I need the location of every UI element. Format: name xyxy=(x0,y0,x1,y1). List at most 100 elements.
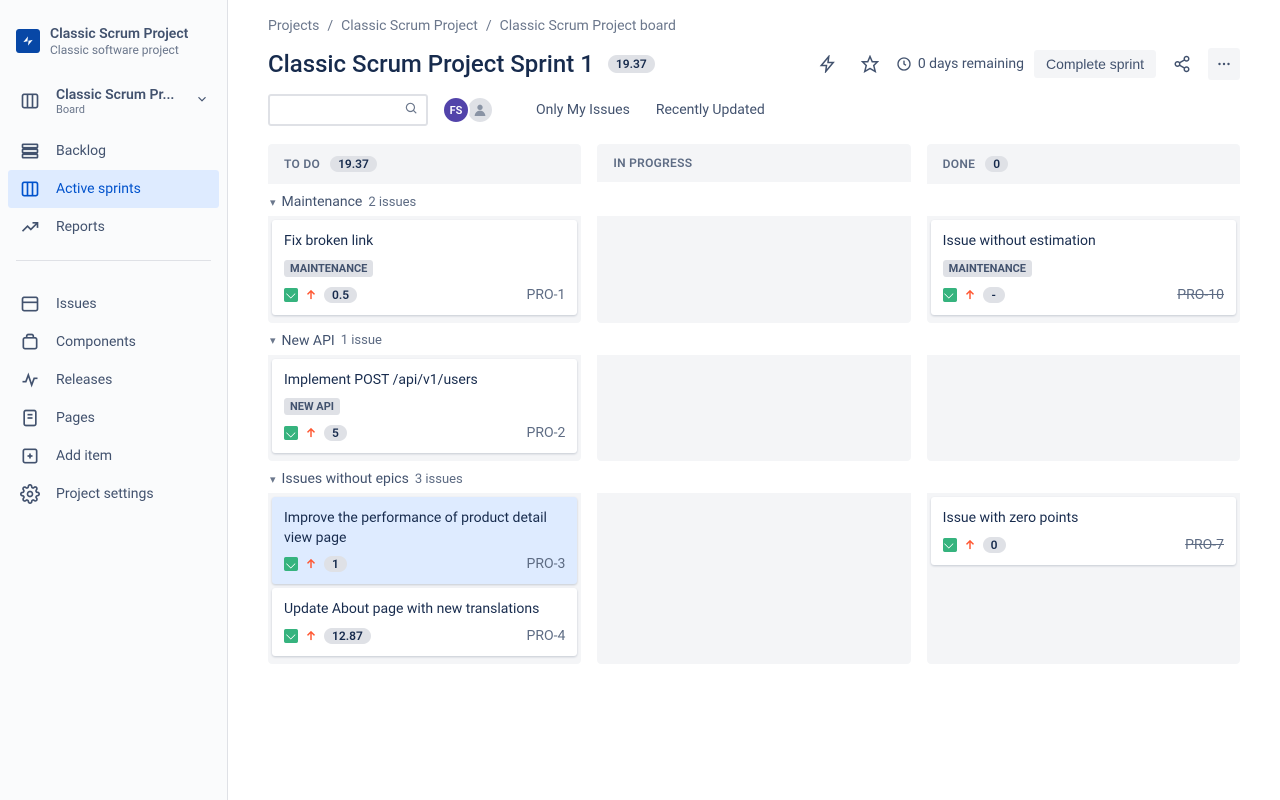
issues-icon xyxy=(18,292,42,316)
column-header-todo: TO DO 19.37 xyxy=(268,144,581,184)
issue-card[interactable]: Implement POST /api/v1/users NEW API 5 P… xyxy=(272,359,577,454)
priority-icon xyxy=(963,288,977,302)
swimlane-count: 3 issues xyxy=(415,472,463,487)
story-icon xyxy=(284,557,298,571)
sidebar-item-add-item[interactable]: Add item xyxy=(8,437,219,475)
issue-card[interactable]: Improve the performance of product detai… xyxy=(272,497,577,584)
priority-icon xyxy=(963,538,977,552)
issue-title: Improve the performance of product detai… xyxy=(284,509,565,548)
issue-card[interactable]: Issue without estimation MAINTENANCE - P… xyxy=(931,220,1236,315)
main: Projects / Classic Scrum Project / Class… xyxy=(228,0,1280,800)
swimlane-header[interactable]: ▾ Maintenance 2 issues xyxy=(268,184,1240,216)
swimlane-name: New API xyxy=(282,333,335,349)
story-points: 0 xyxy=(983,537,1006,553)
issue-key: PRO-3 xyxy=(527,556,566,572)
story-icon xyxy=(284,426,298,440)
issue-key: PRO-10 xyxy=(1177,287,1224,303)
priority-icon xyxy=(304,426,318,440)
components-icon xyxy=(18,330,42,354)
issue-card[interactable]: Issue with zero points 0 PRO-7 xyxy=(931,497,1236,565)
sidebar-item-active-sprints[interactable]: Active sprints xyxy=(8,170,219,208)
issue-card[interactable]: Fix broken link MAINTENANCE 0.5 PRO-1 xyxy=(272,220,577,315)
cell-inprogress[interactable] xyxy=(597,216,910,323)
sidebar-item-reports[interactable]: Reports xyxy=(8,208,219,246)
story-icon xyxy=(943,538,957,552)
only-my-issues-button[interactable]: Only My Issues xyxy=(530,102,636,118)
board-selector[interactable]: Classic Scrum Pr... Board xyxy=(8,81,219,122)
search-icon xyxy=(404,101,418,119)
share-icon[interactable] xyxy=(1166,48,1198,80)
project-header[interactable]: Classic Scrum Project Classic software p… xyxy=(8,20,219,67)
page-title: Classic Scrum Project Sprint 1 xyxy=(268,50,594,78)
more-icon[interactable] xyxy=(1208,48,1240,80)
issue-title: Update About page with new translations xyxy=(284,600,565,620)
story-points: 1 xyxy=(324,556,347,572)
breadcrumb-projects[interactable]: Projects xyxy=(268,18,319,34)
breadcrumb-board[interactable]: Classic Scrum Project board xyxy=(500,18,676,34)
days-remaining: 0 days remaining xyxy=(896,56,1024,72)
avatar-group[interactable]: FS xyxy=(442,96,494,124)
cell-todo[interactable]: Improve the performance of product detai… xyxy=(268,493,581,664)
story-icon xyxy=(284,629,298,643)
chevron-down-icon: ▾ xyxy=(270,334,276,347)
sidebar-item-releases[interactable]: Releases xyxy=(8,361,219,399)
sidebar-item-project-settings[interactable]: Project settings xyxy=(8,475,219,513)
issue-card[interactable]: Update About page with new translations … xyxy=(272,588,577,656)
avatar-user[interactable]: FS xyxy=(442,96,470,124)
search-input[interactable] xyxy=(268,94,428,126)
swimlane-count: 2 issues xyxy=(368,195,416,210)
swimlane-name: Maintenance xyxy=(282,194,363,210)
cell-done[interactable]: Issue with zero points 0 PRO-7 xyxy=(927,493,1240,664)
backlog-icon xyxy=(18,139,42,163)
swimlane-name: Issues without epics xyxy=(282,471,409,487)
priority-icon xyxy=(304,288,318,302)
story-points: 0.5 xyxy=(324,287,357,303)
board-selector-sublabel: Board xyxy=(56,103,174,116)
issue-title: Implement POST /api/v1/users xyxy=(284,371,565,391)
board-columns: TO DO 19.37 IN PROGRESS DONE 0 xyxy=(268,144,1240,184)
sidebar: Classic Scrum Project Classic software p… xyxy=(0,0,228,800)
priority-icon xyxy=(304,629,318,643)
cell-done[interactable]: Issue without estimation MAINTENANCE - P… xyxy=(927,216,1240,323)
story-icon xyxy=(284,288,298,302)
sidebar-item-backlog[interactable]: Backlog xyxy=(8,132,219,170)
issue-title: Issue with zero points xyxy=(943,509,1224,529)
swimlane-header[interactable]: ▾ Issues without epics 3 issues xyxy=(268,461,1240,493)
pages-icon xyxy=(18,406,42,430)
reports-icon xyxy=(18,215,42,239)
cell-done[interactable] xyxy=(927,355,1240,462)
cell-todo[interactable]: Fix broken link MAINTENANCE 0.5 PRO-1 xyxy=(268,216,581,323)
chevron-down-icon: ▾ xyxy=(270,196,276,209)
issue-title: Fix broken link xyxy=(284,232,565,252)
cell-todo[interactable]: Implement POST /api/v1/users NEW API 5 P… xyxy=(268,355,581,462)
issue-key: PRO-4 xyxy=(527,628,566,644)
sidebar-item-issues[interactable]: Issues xyxy=(8,285,219,323)
story-points: 12.87 xyxy=(324,628,371,644)
issue-key: PRO-2 xyxy=(527,425,566,441)
search-field[interactable] xyxy=(278,102,404,118)
automation-icon[interactable] xyxy=(812,48,844,80)
epic-tag: MAINTENANCE xyxy=(943,260,1032,277)
story-points: - xyxy=(983,287,1005,303)
issue-title: Issue without estimation xyxy=(943,232,1224,252)
recently-updated-button[interactable]: Recently Updated xyxy=(650,102,771,118)
complete-sprint-button[interactable]: Complete sprint xyxy=(1034,50,1156,78)
project-icon xyxy=(16,29,40,53)
column-header-done: DONE 0 xyxy=(927,144,1240,184)
clock-icon xyxy=(896,56,912,72)
breadcrumb-project[interactable]: Classic Scrum Project xyxy=(341,18,478,34)
cell-inprogress[interactable] xyxy=(597,493,910,664)
project-subtitle: Classic software project xyxy=(50,43,188,57)
sidebar-item-components[interactable]: Components xyxy=(8,323,219,361)
avatar-unassigned[interactable] xyxy=(466,96,494,124)
swimlane-header[interactable]: ▾ New API 1 issue xyxy=(268,323,1240,355)
settings-icon xyxy=(18,482,42,506)
cell-inprogress[interactable] xyxy=(597,355,910,462)
story-points: 5 xyxy=(324,425,347,441)
column-header-inprogress: IN PROGRESS xyxy=(597,144,910,182)
epic-tag: MAINTENANCE xyxy=(284,260,373,277)
epic-tag: NEW API xyxy=(284,398,340,415)
priority-icon xyxy=(304,557,318,571)
star-icon[interactable] xyxy=(854,48,886,80)
sidebar-item-pages[interactable]: Pages xyxy=(8,399,219,437)
